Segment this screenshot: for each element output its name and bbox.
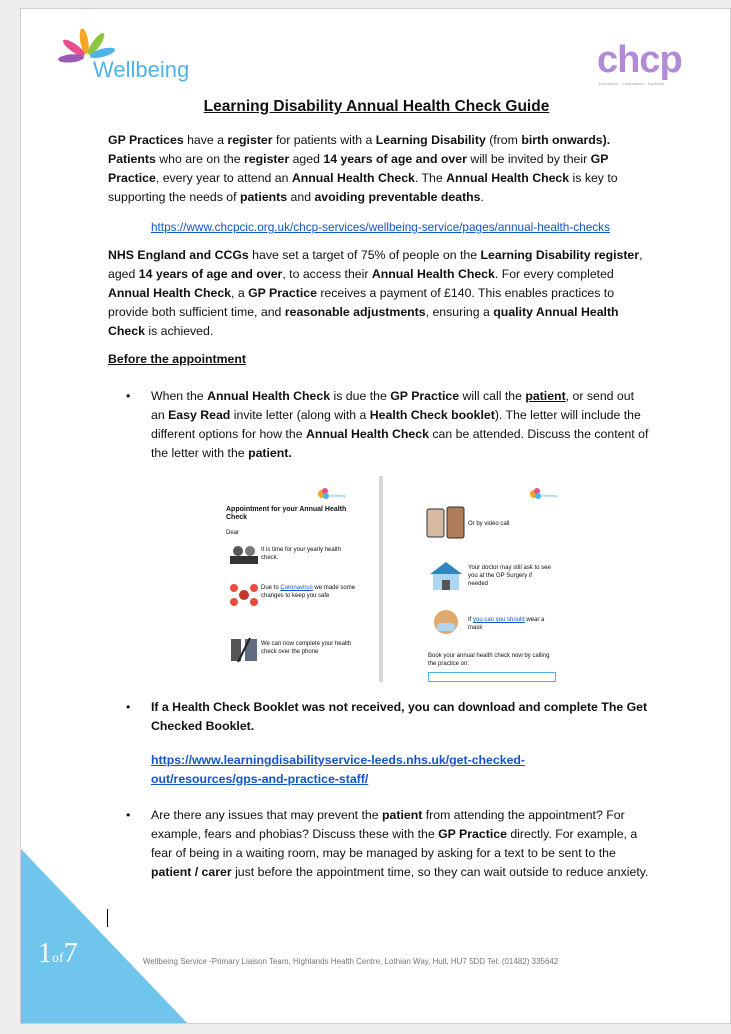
letter-item-video-call: Or by video call [468, 521, 510, 527]
letter-item-coronavirus: Due to Coronavirus we made some changes … [261, 585, 356, 599]
letter-item-gp-surgery: Your doctor may still ask to see you at … [468, 565, 551, 587]
bullet-marker: • [126, 700, 131, 714]
document-title: Learning Disability Annual Health Check … [203, 98, 550, 115]
letter-booking-instructions: Book your annual health check now by cal… [428, 653, 550, 667]
phone-call-icon [231, 637, 257, 663]
page-number: 1of7 [38, 938, 78, 969]
inset-left-logo-text: Wellbeing [328, 493, 346, 498]
bullet-text: When the Annual Health Check is due the … [151, 389, 649, 460]
target-paragraph: NHS England and CCGs have set a target o… [108, 248, 643, 338]
letter-salutation: Dear [226, 530, 240, 536]
letter-item-mask: If you can you should wear a mask [468, 617, 545, 631]
letter-item-yearly-check: It is time for your yearly health check. [261, 547, 342, 561]
face-mask-icon [434, 610, 458, 634]
letter-item-phone: We can now complete your health check ov… [261, 641, 352, 655]
corner-triangle-decoration [21, 849, 189, 1023]
intro-paragraph: GP Practices have a register for patient… [108, 133, 618, 204]
wellbeing-logo-text: Wellbeing [93, 57, 190, 82]
chcp-logo: chcp Excellence · Compassion · Expertise [597, 39, 683, 86]
chcp-tagline: Excellence · Compassion · Expertise [599, 81, 665, 86]
document-viewer: Wellbeing chcp Excellence · Compassion ·… [0, 0, 731, 1034]
chcp-logo-text: chcp [597, 39, 683, 81]
document-page[interactable]: Wellbeing chcp Excellence · Compassion ·… [20, 8, 731, 1024]
bullet-marker: • [126, 389, 131, 403]
bullet-text: If a Health Check Booklet was not receiv… [151, 700, 648, 733]
inset-right-logo-text: Wellbeing [540, 493, 558, 498]
letter-heading: Appointment for your Annual Health Check [226, 506, 347, 521]
get-checked-booklet-link[interactable]: https://www.learningdisabilityservice-le… [151, 751, 581, 789]
page-footer: Wellbeing Service -Primary Liaison Team,… [143, 957, 559, 966]
phone-number-box [428, 672, 556, 682]
section-heading-before-appointment: Before the appointment [108, 352, 247, 366]
inset-page-divider [379, 476, 383, 682]
video-call-icon [426, 506, 465, 539]
doctor-desk-icon [230, 546, 258, 564]
bullet-marker: • [126, 808, 131, 822]
easy-read-letter-image: Wellbeing Appointment for your Annual He… [216, 476, 558, 686]
coronavirus-icon [230, 584, 258, 606]
wellbeing-logo: Wellbeing [57, 27, 227, 97]
annual-health-checks-link[interactable]: https://www.chcpcic.org.uk/chcp-services… [108, 220, 653, 234]
gp-surgery-icon [430, 562, 462, 590]
bullet-text: Are there any issues that may prevent th… [151, 808, 649, 879]
